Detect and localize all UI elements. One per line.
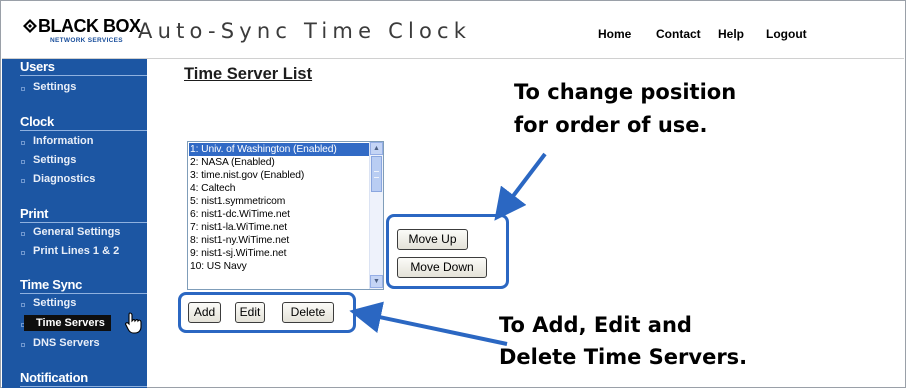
sidebar: Users Settings Clock Information Setting…: [2, 59, 147, 388]
edit-button[interactable]: Edit: [235, 302, 265, 323]
page-title: Time Server List: [184, 65, 313, 83]
scroll-up-icon[interactable]: ▲: [370, 142, 383, 155]
hand-pointer-icon: [125, 312, 142, 334]
bullet-icon: [21, 179, 25, 183]
brand-logo: BLACK BOX NETWORK SERVICES: [22, 16, 141, 50]
delete-button[interactable]: Delete: [282, 302, 334, 323]
listbox-scrollbar[interactable]: ▲ ▼: [369, 142, 383, 289]
bullet-icon: [21, 160, 25, 164]
server-list-item[interactable]: 5: nist1.symmetricom: [189, 195, 369, 208]
sidebar-item-time-servers[interactable]: Time Servers: [24, 315, 111, 331]
server-list-item[interactable]: 10: US Navy: [189, 260, 369, 273]
bullet-icon: [21, 303, 25, 307]
bullet-icon: [21, 232, 25, 236]
bullet-icon: [21, 343, 25, 347]
sidebar-section-users: Users: [20, 59, 55, 74]
server-list-item[interactable]: 3: time.nist.gov (Enabled): [189, 169, 369, 182]
sidebar-item-dns-servers[interactable]: DNS Servers: [33, 337, 100, 349]
sidebar-section-clock: Clock: [20, 114, 54, 129]
bullet-icon: [21, 87, 25, 91]
sidebar-item-users-settings[interactable]: Settings: [33, 81, 76, 93]
annotation-edit-line2: Delete Time Servers.: [499, 345, 748, 369]
add-button[interactable]: Add: [188, 302, 221, 323]
section-divider: [20, 386, 147, 387]
section-divider: [20, 75, 147, 76]
top-navigation: Home Contact Help Logout: [598, 27, 825, 41]
diamond-logo-icon: [23, 19, 37, 33]
server-list-item[interactable]: 4: Caltech: [189, 182, 369, 195]
sidebar-section-print: Print: [20, 206, 49, 221]
annotation-position-line1: To change position: [514, 80, 737, 104]
scrollbar-thumb[interactable]: [371, 156, 382, 192]
bullet-icon: [21, 251, 25, 255]
app-title: Auto-Sync Time Clock: [138, 19, 472, 43]
sidebar-section-time-sync: Time Sync: [20, 277, 83, 292]
time-server-listbox[interactable]: 1: Univ. of Washington (Enabled) 2: NASA…: [187, 141, 384, 290]
server-list-item[interactable]: 8: nist1-ny.WiTime.net: [189, 234, 369, 247]
bullet-icon: [21, 141, 25, 145]
arrow-to-move-buttons: [494, 152, 547, 221]
sidebar-item-time-sync-settings[interactable]: Settings: [33, 297, 76, 309]
move-up-button[interactable]: Move Up: [397, 229, 468, 250]
sidebar-section-notification: Notification: [20, 370, 88, 385]
nav-home-link[interactable]: Home: [598, 27, 638, 41]
header: BLACK BOX NETWORK SERVICES Auto-Sync Tim…: [2, 2, 904, 59]
server-list-item[interactable]: 7: nist1-la.WiTime.net: [189, 221, 369, 234]
annotation-position-line2: for order of use.: [514, 113, 708, 137]
nav-logout-link[interactable]: Logout: [766, 27, 807, 41]
section-divider: [20, 130, 147, 131]
annotation-edit-line1: To Add, Edit and: [499, 313, 692, 337]
brand-subtitle: NETWORK SERVICES: [50, 37, 123, 44]
sidebar-item-print-general-settings[interactable]: General Settings: [33, 226, 120, 238]
nav-contact-link[interactable]: Contact: [656, 27, 701, 41]
server-list-item[interactable]: 9: nist1-sj.WiTime.net: [189, 247, 369, 260]
server-list-item[interactable]: 1: Univ. of Washington (Enabled): [189, 143, 369, 156]
section-divider: [20, 222, 147, 223]
arrow-to-edit-buttons: [349, 301, 508, 346]
brand-name: BLACK BOX: [38, 16, 141, 36]
sidebar-item-clock-information[interactable]: Information: [33, 135, 94, 147]
sidebar-item-clock-settings[interactable]: Settings: [33, 154, 76, 166]
scroll-down-icon[interactable]: ▼: [370, 275, 383, 288]
server-list-item[interactable]: 2: NASA (Enabled): [189, 156, 369, 169]
section-divider: [20, 293, 147, 294]
sidebar-item-print-lines[interactable]: Print Lines 1 & 2: [33, 245, 119, 257]
move-down-button[interactable]: Move Down: [397, 257, 487, 278]
app-window: BLACK BOX NETWORK SERVICES Auto-Sync Tim…: [0, 0, 906, 388]
server-list-item[interactable]: 6: nist1-dc.WiTime.net: [189, 208, 369, 221]
sidebar-item-clock-diagnostics[interactable]: Diagnostics: [33, 173, 95, 185]
nav-help-link[interactable]: Help: [718, 27, 748, 41]
